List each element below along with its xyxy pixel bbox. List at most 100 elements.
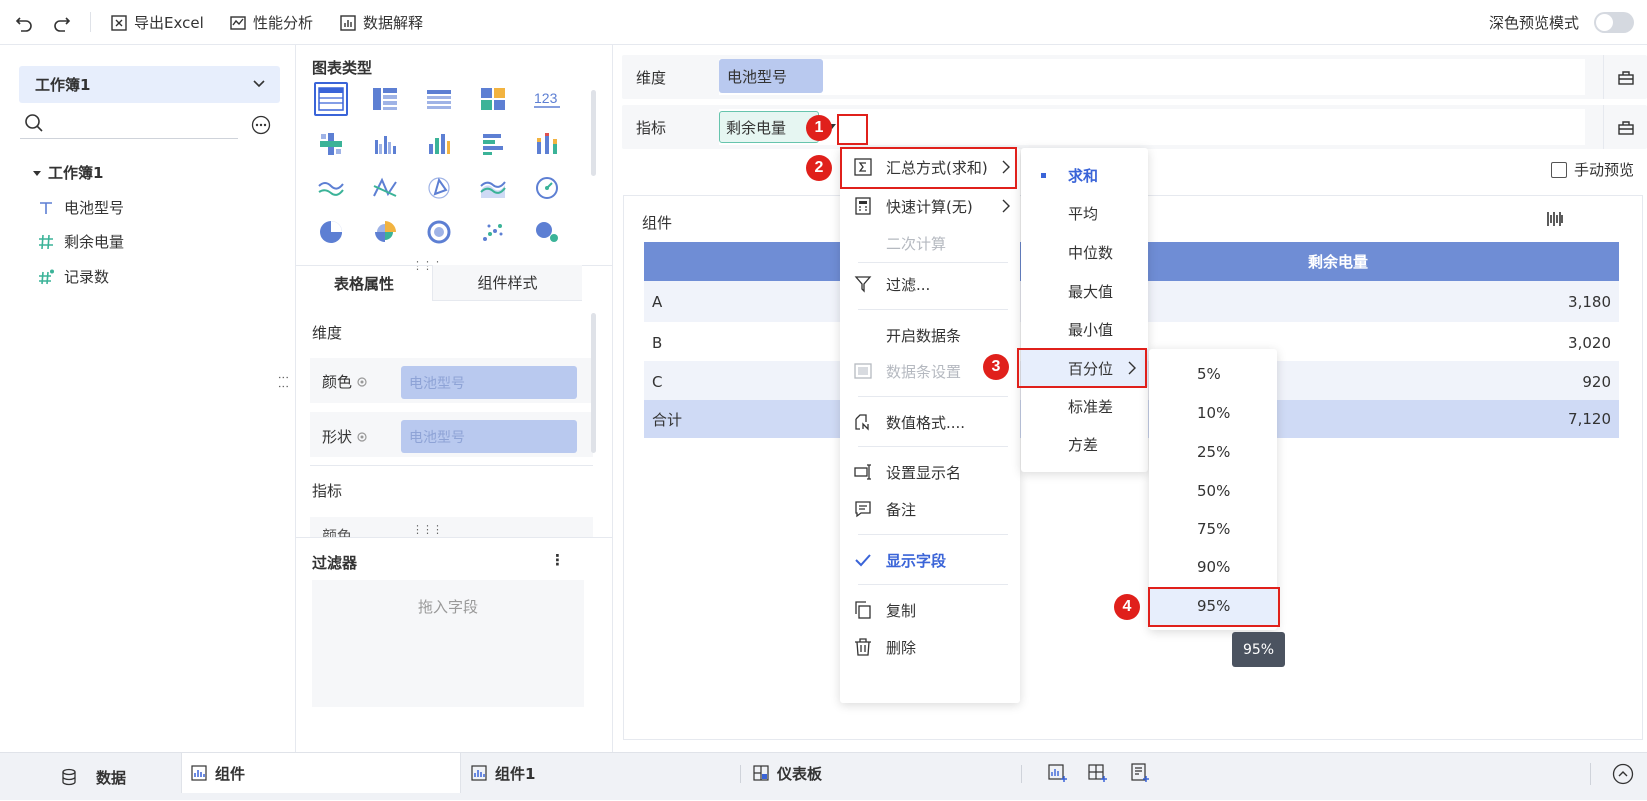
agg-item-avg[interactable]: 平均 bbox=[1021, 194, 1148, 232]
pie-chart-icon[interactable] bbox=[314, 215, 348, 249]
area-chart-icon[interactable] bbox=[476, 171, 510, 205]
export-excel-button[interactable]: 导出Excel bbox=[110, 0, 204, 45]
tree-workbook[interactable]: 工作簿1 bbox=[32, 162, 103, 183]
field-item[interactable]: 剩余电量 bbox=[38, 231, 124, 252]
check-icon bbox=[854, 551, 872, 569]
trash-icon bbox=[854, 638, 872, 656]
filter-drop-zone[interactable]: 拖入字段 bbox=[312, 580, 584, 707]
menu-item-note[interactable]: 备注 bbox=[840, 490, 1020, 528]
workbook-select-label: 工作簿1 bbox=[35, 76, 91, 94]
undo-button[interactable] bbox=[14, 0, 34, 45]
grouped-table-icon[interactable] bbox=[314, 127, 348, 161]
indicator-field-label: 剩余电量 bbox=[726, 118, 787, 137]
menu-item-quick-calc[interactable]: 快速计算(无) bbox=[840, 187, 1020, 225]
pct-item-label: 90% bbox=[1197, 558, 1231, 576]
scatter-chart-icon[interactable] bbox=[476, 215, 510, 249]
lock-icon[interactable] bbox=[1603, 55, 1647, 99]
shape-field-pill[interactable]: 电池型号 bbox=[401, 420, 577, 453]
data-explain-button[interactable]: 数据解释 bbox=[339, 0, 423, 45]
rose-chart-icon[interactable] bbox=[368, 215, 402, 249]
field-item[interactable]: 记录数 bbox=[38, 266, 109, 287]
tab-component[interactable]: 组件 bbox=[191, 753, 245, 793]
agg-item-label: 最小值 bbox=[1068, 320, 1114, 339]
redo-button[interactable] bbox=[52, 0, 72, 45]
lock-icon[interactable] bbox=[1603, 105, 1647, 149]
menu-item-filter[interactable]: 过滤... bbox=[840, 265, 1020, 303]
dimension-drop-area[interactable]: 电池型号 bbox=[719, 59, 1585, 95]
performance-analysis-button[interactable]: 性能分析 bbox=[229, 0, 313, 45]
donut-chart-icon[interactable] bbox=[422, 215, 456, 249]
number-card-icon[interactable]: 123 bbox=[530, 82, 564, 116]
gear-icon[interactable] bbox=[356, 431, 368, 443]
tab-table-props[interactable]: 表格属性 bbox=[296, 265, 432, 301]
agg-item-sum[interactable]: 求和 bbox=[1021, 156, 1148, 194]
color-field-pill[interactable]: 电池型号 bbox=[401, 366, 577, 399]
drag-handle-icon[interactable]: ⋮⋮⋮ bbox=[412, 523, 443, 536]
pct-item[interactable]: 50% bbox=[1149, 472, 1277, 510]
scrollbar[interactable] bbox=[591, 90, 596, 176]
tab-component-style[interactable]: 组件样式 bbox=[432, 265, 582, 301]
menu-item-label: 开启数据条 bbox=[886, 326, 962, 345]
horizontal-bar-icon[interactable] bbox=[476, 127, 510, 161]
property-panel: 图表类型 123 ⋮⋮⋮ 表格属性 组件样式 维度 颜色 电池型号 形状 电池型… bbox=[296, 45, 613, 752]
radar-line-icon[interactable] bbox=[368, 171, 402, 205]
dark-mode-toggle[interactable] bbox=[1594, 12, 1634, 33]
pct-item-label: 75% bbox=[1197, 520, 1231, 538]
tooltip: 95% bbox=[1232, 632, 1285, 667]
tab-dashboard[interactable]: 仪表板 bbox=[753, 753, 822, 793]
dimension-field-pill[interactable]: 电池型号 bbox=[719, 59, 823, 93]
more-vertical-icon[interactable]: ⋮ bbox=[550, 551, 565, 569]
tab-component1[interactable]: 组件1 bbox=[471, 753, 535, 793]
kpi-card-icon[interactable] bbox=[476, 82, 510, 116]
menu-item-number-format[interactable]: 数值格式.... bbox=[840, 403, 1020, 441]
indicator-color-label: 颜色 bbox=[322, 527, 353, 537]
pct-item[interactable]: 90% bbox=[1149, 548, 1277, 586]
menu-item-rename[interactable]: 设置显示名 bbox=[840, 453, 1020, 491]
barcode-icon[interactable] bbox=[1546, 210, 1564, 228]
indicator-field-pill[interactable]: 剩余电量 bbox=[719, 111, 819, 143]
agg-item-min[interactable]: 最小值 bbox=[1021, 310, 1148, 348]
add-story-icon[interactable] bbox=[1130, 763, 1150, 783]
field-item[interactable]: 电池型号 bbox=[38, 197, 124, 218]
color-label-wrap: 颜色 bbox=[322, 371, 368, 392]
menu-item-label: 二次计算 bbox=[886, 234, 947, 253]
agg-item-median[interactable]: 中位数 bbox=[1021, 233, 1148, 271]
pct-item[interactable]: 5% bbox=[1149, 355, 1277, 393]
data-tab[interactable]: 数据 bbox=[60, 753, 126, 801]
pct-item[interactable]: 25% bbox=[1149, 433, 1277, 471]
row-value: 920 bbox=[1582, 372, 1611, 391]
add-dashboard-icon[interactable] bbox=[1088, 763, 1108, 783]
agg-item-stddev[interactable]: 标准差 bbox=[1021, 387, 1148, 425]
grouped-bar-icon[interactable] bbox=[368, 127, 402, 161]
gauge-chart-icon[interactable] bbox=[530, 171, 564, 205]
table-header-value: 剩余电量 bbox=[1308, 253, 1369, 271]
add-component-icon[interactable] bbox=[1048, 763, 1068, 783]
pct-item[interactable]: 10% bbox=[1149, 394, 1277, 432]
menu-item-delete[interactable]: 删除 bbox=[840, 628, 1020, 666]
gear-icon[interactable] bbox=[356, 376, 368, 388]
cross-table-icon[interactable] bbox=[368, 82, 402, 116]
agg-item-variance[interactable]: 方差 bbox=[1021, 425, 1148, 463]
pct-item[interactable]: 75% bbox=[1149, 510, 1277, 548]
menu-item-label: 过滤... bbox=[886, 275, 931, 294]
panel-resize-handle-icon[interactable]: ⋮⋮ bbox=[277, 372, 290, 390]
data-explain-label: 数据解释 bbox=[363, 14, 424, 32]
manual-preview-checkbox[interactable]: 手动预览 bbox=[1551, 159, 1634, 180]
radar-chart-icon[interactable] bbox=[422, 171, 456, 205]
menu-item-copy[interactable]: 复制 bbox=[840, 591, 1020, 629]
stacked-bar-icon[interactable] bbox=[530, 127, 564, 161]
bubble-chart-icon[interactable] bbox=[530, 215, 564, 249]
table-chart-icon[interactable] bbox=[314, 82, 348, 116]
agg-item-max[interactable]: 最大值 bbox=[1021, 272, 1148, 310]
menu-item-enable-databar[interactable]: 开启数据条 bbox=[840, 316, 1020, 354]
bar-chart-icon[interactable] bbox=[422, 127, 456, 161]
more-icon[interactable] bbox=[251, 115, 271, 135]
line-chart-icon[interactable] bbox=[314, 171, 348, 205]
collapse-up-icon[interactable] bbox=[1612, 763, 1634, 785]
search-input[interactable] bbox=[20, 111, 238, 139]
menu-item-show-field[interactable]: 显示字段 bbox=[840, 541, 1020, 579]
workbook-select[interactable]: 工作簿1 bbox=[19, 66, 280, 103]
scrollbar[interactable] bbox=[591, 313, 596, 453]
shape-label-wrap: 形状 bbox=[322, 426, 368, 447]
detail-table-icon[interactable] bbox=[422, 82, 456, 116]
